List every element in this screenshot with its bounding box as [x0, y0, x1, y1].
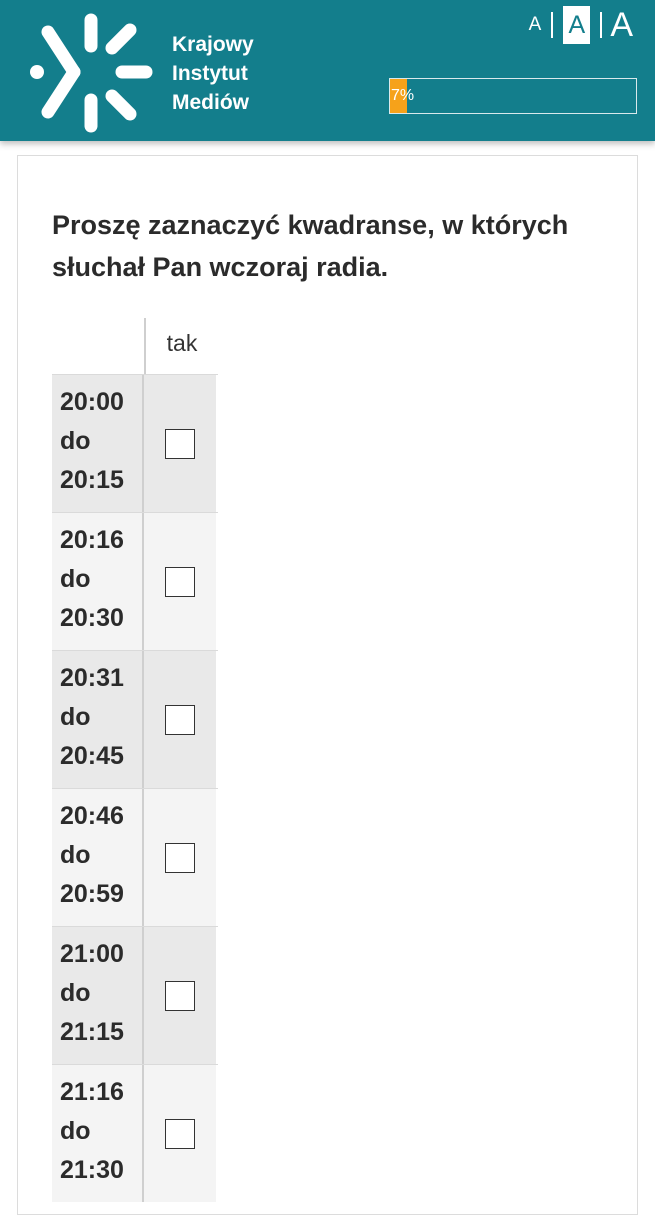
column-header-tak: tak	[166, 330, 198, 356]
answer-cell[interactable]	[144, 513, 216, 650]
time-sep: do	[60, 1117, 91, 1145]
time-sep: do	[60, 841, 91, 869]
time-from: 20:31	[60, 664, 124, 692]
answer-cell[interactable]	[144, 927, 216, 1064]
progress-bar: 7%	[389, 78, 637, 114]
time-to: 20:15	[60, 466, 124, 494]
logo-line: Instytut	[172, 62, 248, 85]
grid-row: 21:00 do 21:15	[52, 926, 218, 1064]
tak-checkbox[interactable]	[165, 980, 195, 1011]
font-size-switcher: A A A	[525, 6, 635, 44]
tak-checkbox[interactable]	[165, 428, 195, 459]
time-from: 21:16	[60, 1078, 124, 1106]
font-size-large-button[interactable]: A	[608, 6, 635, 44]
time-to: 20:45	[60, 742, 124, 770]
time-from: 20:00	[60, 388, 124, 416]
divider	[600, 12, 603, 38]
grid-row: 20:00 do 20:15	[52, 374, 218, 512]
font-size-small-button[interactable]: A	[525, 7, 546, 43]
row-label: 20:00 do 20:15	[52, 375, 144, 512]
progress-label: 7%	[391, 87, 415, 104]
time-from: 20:16	[60, 526, 124, 554]
row-label: 20:46 do 20:59	[52, 789, 144, 926]
divider	[551, 12, 554, 38]
row-label: 21:16 do 21:30	[52, 1065, 144, 1202]
time-sep: do	[60, 703, 91, 731]
time-sep: do	[60, 565, 91, 593]
tak-checkbox[interactable]	[165, 566, 195, 597]
time-from: 21:00	[60, 940, 124, 968]
tak-checkbox[interactable]	[165, 842, 195, 873]
kim-logo-icon	[30, 13, 153, 133]
time-to: 21:30	[60, 1156, 124, 1184]
row-label: 21:00 do 21:15	[52, 927, 144, 1064]
answer-cell[interactable]	[144, 1065, 216, 1202]
tak-checkbox[interactable]	[165, 1118, 195, 1149]
grid-row: 20:16 do 20:30	[52, 512, 218, 650]
tak-checkbox[interactable]	[165, 704, 195, 735]
row-label: 20:16 do 20:30	[52, 513, 144, 650]
time-to: 20:30	[60, 604, 124, 632]
grid-row: 20:46 do 20:59	[52, 788, 218, 926]
grid-row: 20:31 do 20:45	[52, 650, 218, 788]
answer-grid: tak 20:00 do 20:15 20:16 do 20:30 20:31 …	[52, 318, 218, 1202]
grid-header-row: tak	[52, 318, 218, 374]
question-text: Proszę zaznaczyć kwadranse, w których sł…	[52, 210, 569, 282]
answer-cell[interactable]	[144, 375, 216, 512]
time-sep: do	[60, 427, 91, 455]
logo-wordmark: Krajowy Instytut Mediów	[172, 30, 254, 117]
font-size-medium-button[interactable]: A	[563, 6, 591, 44]
grid-header-blank	[52, 318, 146, 374]
answer-cell[interactable]	[144, 789, 216, 926]
time-sep: do	[60, 979, 91, 1007]
time-to: 20:59	[60, 880, 124, 908]
time-to: 21:15	[60, 1018, 124, 1046]
time-from: 20:46	[60, 802, 124, 830]
question-card: Proszę zaznaczyć kwadranse, w których sł…	[17, 155, 638, 1215]
grid-row: 21:16 do 21:30	[52, 1064, 218, 1202]
answer-cell[interactable]	[144, 651, 216, 788]
logo-line: Krajowy	[172, 33, 254, 56]
logo-line: Mediów	[172, 91, 249, 114]
header-bar: Krajowy Instytut Mediów A A A 7%	[0, 0, 655, 141]
row-label: 20:31 do 20:45	[52, 651, 144, 788]
